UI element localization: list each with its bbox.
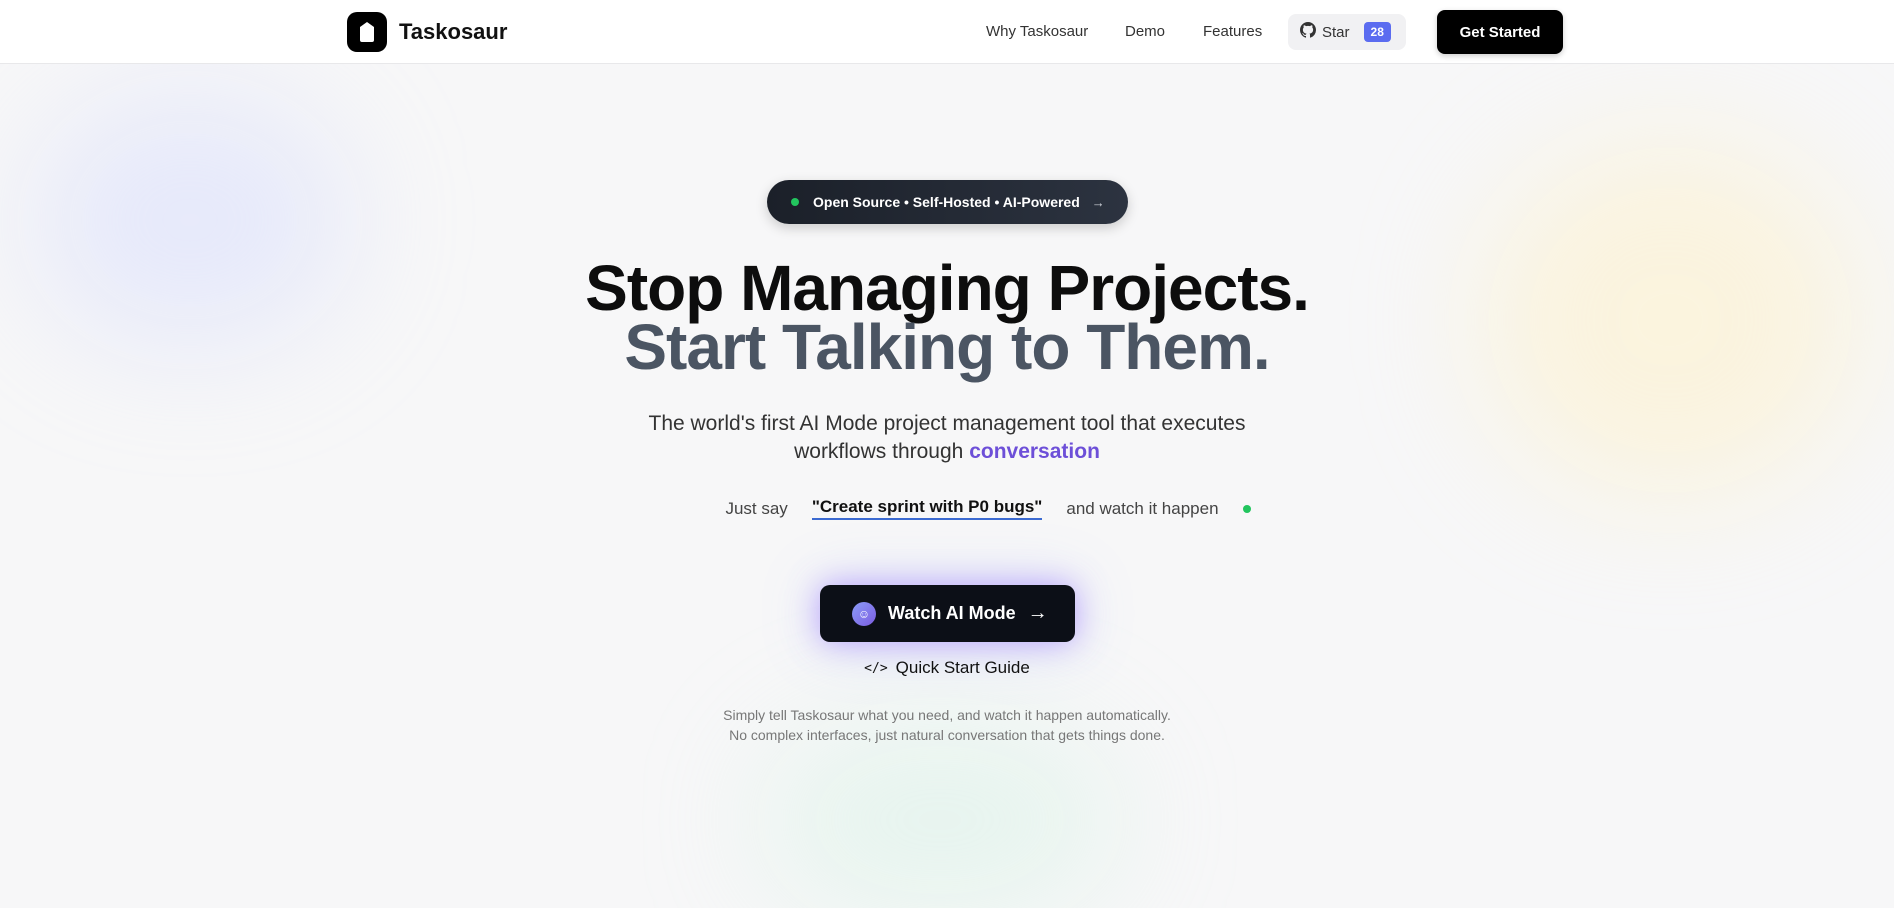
example-prompt-row: Just say "Create sprint with P0 bugs" an… [0, 497, 1894, 520]
taskosaur-logo-icon[interactable] [347, 12, 387, 52]
status-dot [791, 198, 799, 206]
example-prompt-quote: "Create sprint with P0 bugs" [811, 497, 1043, 520]
github-icon [1300, 21, 1316, 43]
typing-indicator-dot [1242, 504, 1251, 513]
get-started-button[interactable]: Get Started [1437, 10, 1563, 54]
subtitle-prefix: workflows through [794, 440, 964, 463]
star-count-badge: 28 [1363, 22, 1391, 42]
code-icon: </> [864, 660, 888, 676]
watch-ai-mode-button[interactable]: ☺ Watch AI Mode → [820, 585, 1075, 642]
hero-subtitle-line-1: The world's first AI Mode project manage… [648, 412, 1246, 435]
quick-start-label: Quick Start Guide [895, 658, 1030, 677]
brand-name[interactable]: Taskosaur [399, 19, 507, 45]
star-label: Star [1322, 23, 1350, 41]
top-navbar: Taskosaur Why Taskosaur Demo Features St… [0, 0, 1894, 64]
arrow-right-icon: → [1027, 602, 1048, 624]
nav-demo[interactable]: Demo [1125, 22, 1165, 42]
nav-features[interactable]: Features [1203, 22, 1262, 42]
hero-subtitle-line-2: workflows through conversation [0, 438, 1894, 466]
hero-description: Simply tell Taskosaur what you need, and… [723, 707, 1171, 743]
github-star-button[interactable]: Star 28 [1288, 14, 1406, 50]
feature-badge-text: Open Source • Self-Hosted • AI-Powered [813, 194, 1080, 210]
hero-title-line-2: Start Talking to Them. [624, 311, 1270, 383]
subtitle-highlight: conversation [969, 440, 1100, 463]
nav-why-taskosaur[interactable]: Why Taskosaur [986, 22, 1088, 42]
watch-happen-label: and watch it happen [1066, 498, 1219, 518]
background-glow-bottom [760, 720, 1120, 908]
ai-face-icon: ☺ [852, 601, 876, 626]
feature-badge[interactable]: Open Source • Self-Hosted • AI-Powered → [767, 180, 1128, 224]
quick-start-guide-link[interactable]: </> Quick Start Guide [0, 658, 1894, 678]
arrow-right-icon: → [1091, 194, 1105, 210]
just-say-label: Just say [725, 498, 788, 518]
watch-ai-mode-label: Watch AI Mode [888, 603, 1016, 623]
